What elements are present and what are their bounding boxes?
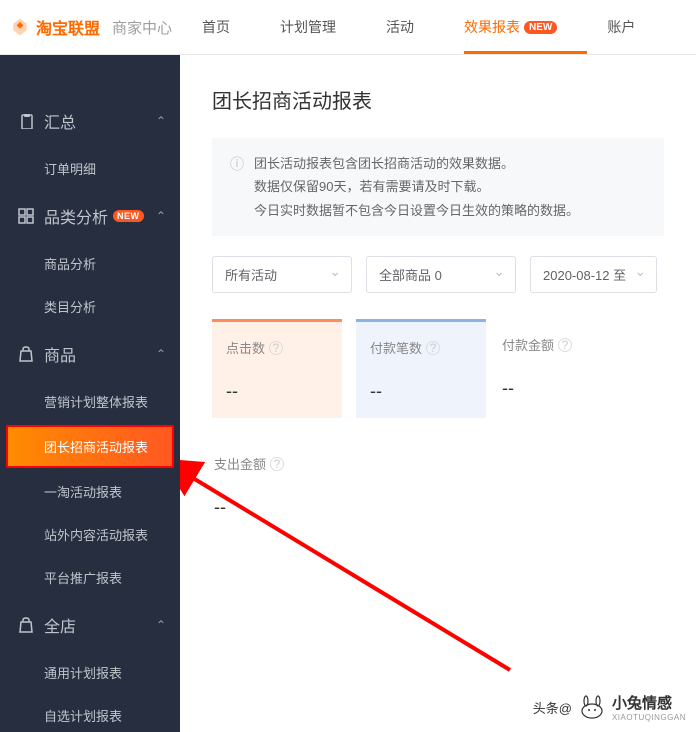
info-box: ⓘ 团长活动报表包含团长招商活动的效果数据。数据仅保留90天，若有需要请及时下载… — [212, 138, 664, 236]
sidebar-sub-1-1[interactable]: 类目分析 — [0, 285, 180, 328]
sidebar-sub-2-1[interactable]: 团长招商活动报表 — [6, 425, 174, 468]
help-icon[interactable]: ? — [270, 457, 284, 471]
sidebar-sub-2-3[interactable]: 站外内容活动报表 — [0, 513, 180, 556]
info-text: 团长活动报表包含团长招商活动的效果数据。数据仅保留90天，若有需要请及时下载。今… — [254, 152, 579, 222]
watermark-prefix: 头条@ — [533, 698, 572, 717]
watermark: 头条@ 小兔情感 XIAOTUQINGGAN — [533, 692, 686, 722]
metric-value: -- — [370, 381, 472, 402]
metric-label: 付款笔数? — [370, 338, 472, 357]
page-title: 团长招商活动报表 — [212, 85, 664, 114]
metric-label: 支出金额? — [214, 454, 284, 473]
top-nav: 首页计划管理活动效果报表NEW 账户 — [202, 0, 635, 54]
metric-card-metrics1-0[interactable]: 点击数? -- — [212, 319, 342, 418]
sidebar-sub-2-4[interactable]: 平台推广报表 — [0, 556, 180, 599]
metric-card-metrics1-1[interactable]: 付款笔数? -- — [356, 319, 486, 418]
grid-icon — [18, 208, 34, 224]
main-layout: 汇总⌃订单明细品类分析NEW⌃商品分析类目分析商品⌃营销计划整体报表团长招商活动… — [0, 55, 696, 732]
metric-label: 付款金额? — [502, 335, 572, 354]
sidebar: 汇总⌃订单明细品类分析NEW⌃商品分析类目分析商品⌃营销计划整体报表团长招商活动… — [0, 55, 180, 732]
activity-select[interactable]: 所有活动 — [212, 256, 352, 293]
chevron-up-icon: ⌃ — [156, 114, 166, 128]
sidebar-sub-0-0[interactable]: 订单明细 — [0, 147, 180, 190]
chevron-up-icon: ⌃ — [156, 209, 166, 223]
new-badge: NEW — [113, 210, 144, 222]
sub-brand: 商家中心 — [112, 17, 172, 38]
help-icon[interactable]: ? — [558, 338, 572, 352]
sidebar-sub-2-2[interactable]: 一淘活动报表 — [0, 470, 180, 513]
bag-icon — [18, 346, 34, 362]
nav-item-3[interactable]: 效果报表NEW — [464, 0, 557, 54]
metric-value: -- — [214, 497, 284, 518]
clipboard-icon — [18, 113, 34, 129]
watermark-sub: XIAOTUQINGGAN — [612, 713, 686, 722]
watermark-main: 小兔情感 — [612, 692, 686, 713]
sidebar-group-3[interactable]: 全店⌃ — [0, 599, 180, 651]
metrics-row-1: 点击数? -- 付款笔数? -- 付款金额? -- — [212, 319, 664, 418]
logo: 淘宝联盟 — [10, 15, 100, 39]
sidebar-group-0[interactable]: 汇总⌃ — [0, 95, 180, 147]
top-header: 淘宝联盟 商家中心 首页计划管理活动效果报表NEW 账户 — [0, 0, 696, 55]
metrics-row-2: 支出金额? -- — [212, 438, 664, 534]
metric-label: 点击数? — [226, 338, 328, 357]
nav-item-0[interactable]: 首页 — [202, 0, 230, 54]
metric-card-metrics1-2[interactable]: 付款金额? -- — [500, 319, 574, 418]
chevron-up-icon: ⌃ — [156, 618, 166, 632]
bunny-icon — [578, 695, 606, 719]
date-select[interactable]: 2020-08-12 至 — [530, 256, 657, 293]
metric-value: -- — [226, 381, 328, 402]
sidebar-sub-3-0[interactable]: 通用计划报表 — [0, 651, 180, 694]
help-icon[interactable]: ? — [426, 341, 440, 355]
sidebar-group-2[interactable]: 商品⌃ — [0, 328, 180, 380]
sidebar-sub-2-0[interactable]: 营销计划整体报表 — [0, 380, 180, 423]
nav-item-4[interactable]: 账户 — [607, 0, 635, 54]
nav-item-1[interactable]: 计划管理 — [280, 0, 336, 54]
chevron-up-icon: ⌃ — [156, 347, 166, 361]
sidebar-sub-1-0[interactable]: 商品分析 — [0, 242, 180, 285]
logo-icon — [10, 17, 30, 37]
nav-item-2[interactable]: 活动 — [386, 0, 414, 54]
content-area: 团长招商活动报表 ⓘ 团长活动报表包含团长招商活动的效果数据。数据仅保留90天，… — [180, 55, 696, 732]
info-icon: ⓘ — [230, 154, 244, 222]
sidebar-sub-3-1[interactable]: 自选计划报表 — [0, 694, 180, 732]
filter-row: 所有活动 全部商品 0 2020-08-12 至 — [212, 256, 664, 293]
logo-text: 淘宝联盟 — [36, 15, 100, 39]
metric-card-metrics2-0[interactable]: 支出金额? -- — [212, 438, 286, 534]
new-badge: NEW — [524, 21, 557, 34]
sidebar-group-1[interactable]: 品类分析NEW⌃ — [0, 190, 180, 242]
metric-value: -- — [502, 378, 572, 399]
goods-select[interactable]: 全部商品 0 — [366, 256, 516, 293]
help-icon[interactable]: ? — [269, 341, 283, 355]
bag-icon — [18, 617, 34, 633]
